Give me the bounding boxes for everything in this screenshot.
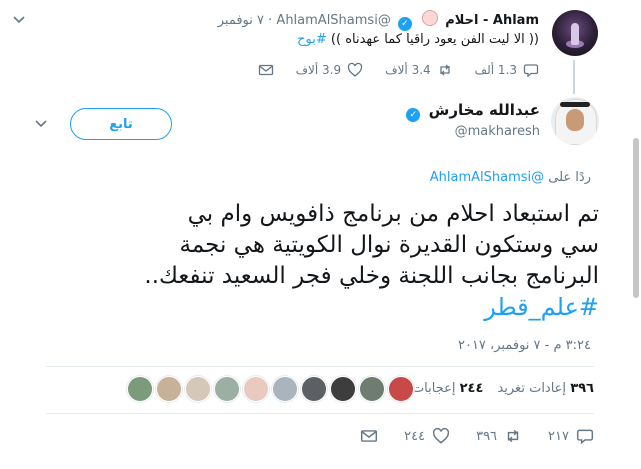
tweet-line-1: تم استبعاد احلام من برنامج ذافويس وام بي <box>187 201 599 227</box>
liker-avatar[interactable] <box>127 376 153 402</box>
thread-connector <box>573 60 575 94</box>
parent-like-count: 3.9 ألاف <box>295 63 342 77</box>
liker-avatar[interactable] <box>388 376 414 402</box>
chevron-down-icon[interactable] <box>12 12 26 31</box>
heart-icon <box>347 62 363 77</box>
tweet-line-2: سي وستكون القديرة نوال الكويتية هي نجمة <box>179 232 599 258</box>
tweet-line-3: البرنامج بجانب اللجنة وخلي فجر السعيد تن… <box>144 263 599 289</box>
reply-icon <box>523 64 539 78</box>
parent-tweet-body: (( الا ليت الفن يعود راقيا كما عهدناه )) <box>326 32 539 47</box>
like-button[interactable]: ٢٤٤ <box>404 427 450 445</box>
liker-avatar[interactable] <box>301 376 327 402</box>
liker-avatar[interactable] <box>359 376 385 402</box>
liker-avatar[interactable] <box>156 376 182 402</box>
main-hashtag[interactable]: #علم_قطر <box>39 292 599 323</box>
like-count: ٢٤٤ <box>404 428 426 444</box>
envelope-icon <box>361 430 378 442</box>
main-author-name-row: عبدالله مخارش ✓ <box>403 101 540 122</box>
parent-author-handle[interactable]: @AhlamAlShamsi <box>276 13 390 28</box>
reply-count: ٢١٧ <box>548 428 569 444</box>
main-author-handle[interactable]: @makharesh <box>455 124 540 139</box>
parent-retweet-count: 3.4 ألاف <box>385 63 431 77</box>
parent-hashtag[interactable]: #بوح <box>297 32 327 47</box>
likes-stat[interactable]: ٢٤٤ إعجابات <box>412 381 484 396</box>
parent-reply-button[interactable]: 1.3 ألف <box>475 62 539 78</box>
divider <box>46 366 594 367</box>
divider <box>46 413 594 414</box>
main-author-avatar[interactable] <box>551 97 599 145</box>
tweet-timestamp[interactable]: ٣:٢٤ م - ٧ نوفمبر، ٢٠١٧ <box>458 338 591 353</box>
reply-button[interactable]: ٢١٧ <box>548 427 594 445</box>
parent-tweet-date[interactable]: ٧ نوفمبر <box>218 13 264 28</box>
main-tweet-text: تم استبعاد احلام من برنامج ذافويس وام بي… <box>39 199 599 323</box>
parent-dm-button[interactable] <box>258 62 274 78</box>
main-author-name[interactable]: عبدالله مخارش <box>429 101 540 119</box>
replying-to: ردًا على @AhlamAlShamsi <box>430 170 591 185</box>
scrollbar[interactable] <box>633 138 639 298</box>
parent-avatar[interactable] <box>552 10 598 56</box>
parent-author-name[interactable]: Ahlam - احلام <box>445 13 539 28</box>
separator: · <box>268 13 273 28</box>
retweets-stat[interactable]: ٣٩٦ إعادات تغريد <box>497 381 594 396</box>
parent-tweet-header: Ahlam - احلام ✓ @AhlamAlShamsi · ٧ نوفمب… <box>218 10 539 31</box>
main-tweet-actions: ٢١٧ ٣٩٦ ٢٤٤ <box>334 427 594 445</box>
replying-to-handle[interactable]: @AhlamAlShamsi <box>430 170 544 185</box>
verified-badge-icon: ✓ <box>397 17 412 31</box>
retweet-icon <box>440 64 450 76</box>
verified-badge-icon: ✓ <box>406 108 421 122</box>
liker-avatar[interactable] <box>330 376 356 402</box>
heart-icon <box>433 427 450 444</box>
replying-prefix: ردًا على <box>548 170 591 185</box>
envelope-icon <box>258 64 273 76</box>
retweet-icon <box>507 429 519 443</box>
parent-like-button[interactable]: 3.9 ألاف <box>296 62 364 78</box>
follow-button[interactable]: تابع <box>70 108 172 140</box>
tweet-stats: ٣٩٦ إعادات تغريد ٢٤٤ إعجابات <box>412 381 594 396</box>
likers-avatars <box>127 376 414 402</box>
liker-avatar[interactable] <box>243 376 269 402</box>
chevron-down-icon[interactable] <box>34 116 48 135</box>
liker-avatar[interactable] <box>214 376 240 402</box>
dm-button[interactable] <box>360 427 378 445</box>
parent-tweet-text: (( الا ليت الفن يعود راقيا كما عهدناه ))… <box>297 32 539 47</box>
face-emoji-icon <box>422 10 439 26</box>
parent-reply-count: 1.3 ألف <box>474 63 517 77</box>
reply-icon <box>576 429 594 445</box>
liker-avatar[interactable] <box>272 376 298 402</box>
retweet-button[interactable]: ٣٩٦ <box>476 427 522 445</box>
parent-retweet-button[interactable]: 3.4 ألاف <box>385 62 453 78</box>
liker-avatar[interactable] <box>185 376 211 402</box>
retweet-count: ٣٩٦ <box>476 428 498 444</box>
parent-tweet-actions: 1.3 ألف 3.4 ألاف 3.9 ألاف <box>236 62 539 78</box>
